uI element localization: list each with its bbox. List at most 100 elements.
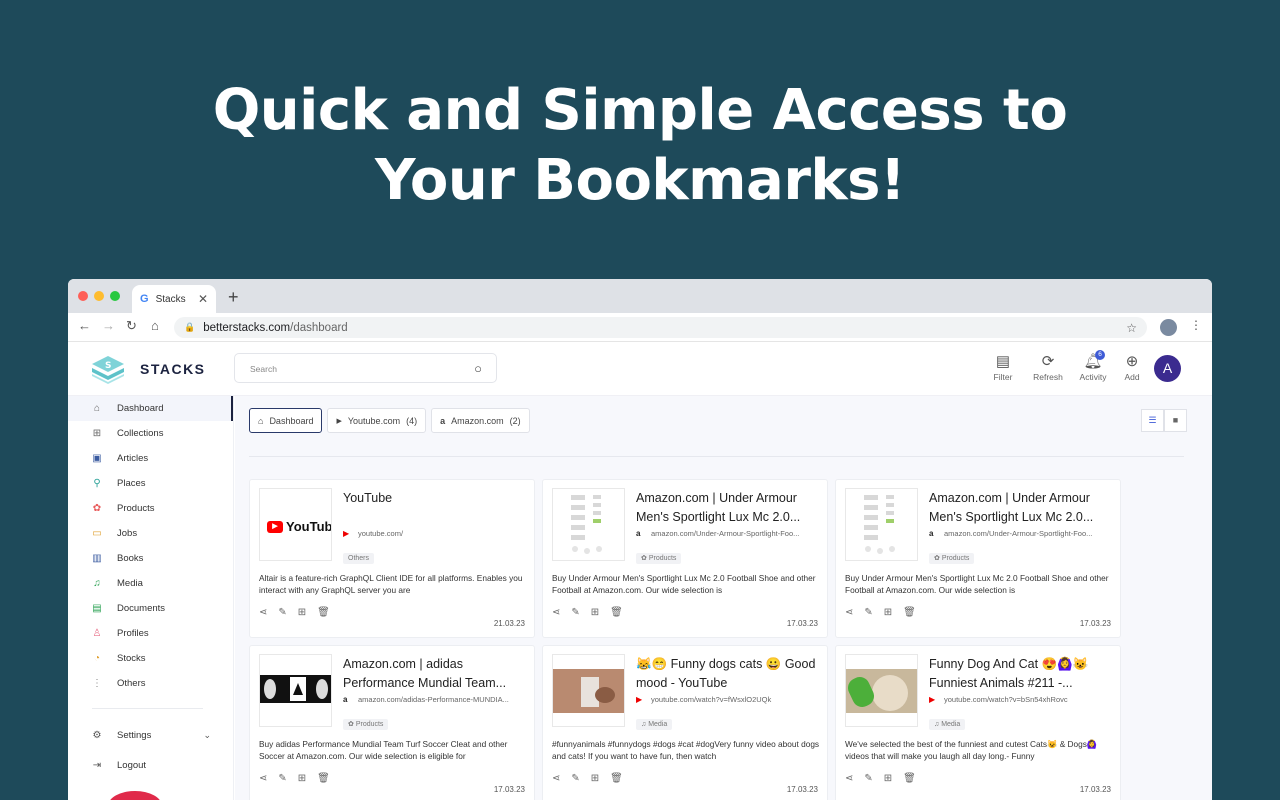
- card-thumbnail[interactable]: ▶YouTube: [259, 488, 332, 561]
- share-icon[interactable]: ⋖: [552, 773, 560, 784]
- share-icon[interactable]: ⋖: [259, 773, 267, 784]
- trash-icon[interactable]: 🗑︎: [610, 607, 623, 618]
- activity-button[interactable]: 🔔︎ 6 Activity: [1073, 350, 1113, 382]
- trash-icon[interactable]: 🗑︎: [317, 607, 330, 618]
- url-input[interactable]: 🔒 betterstacks.com/dashboard ☆: [174, 317, 1147, 338]
- trash-icon[interactable]: 🗑︎: [610, 773, 623, 784]
- sidebar-item-settings[interactable]: ⚙ Settings ⌄: [68, 723, 233, 748]
- more-vertical-icon: ⋮: [92, 678, 102, 689]
- card-thumbnail[interactable]: [259, 654, 332, 727]
- card-title[interactable]: YouTube: [343, 489, 527, 508]
- sidebar-item-products[interactable]: ✿ Products: [68, 496, 233, 521]
- sidebar-item-dashboard[interactable]: ⌂ Dashboard: [68, 396, 233, 421]
- new-tab-button[interactable]: +: [228, 287, 239, 308]
- card-thumbnail[interactable]: [845, 654, 918, 727]
- card-title[interactable]: Amazon.com | Under Armour Men's Sportlig…: [636, 489, 820, 527]
- sidebar-item-documents[interactable]: ▤ Documents: [68, 596, 233, 621]
- sidebar-item-places[interactable]: ⚲ Places: [68, 471, 233, 496]
- reload-icon[interactable]: ↻: [126, 318, 137, 334]
- bookmark-card[interactable]: 😹😁 Funny dogs cats 😀 Good mood - YouTube…: [542, 645, 828, 800]
- collection-icon[interactable]: ⊞: [591, 773, 599, 784]
- edit-icon[interactable]: ✎: [278, 773, 286, 784]
- more-vertical-icon[interactable]: ⋮: [1190, 318, 1202, 332]
- collection-icon[interactable]: ⊞: [298, 773, 306, 784]
- share-icon[interactable]: ⋖: [845, 607, 853, 618]
- activity-badge: 6: [1095, 350, 1105, 360]
- sidebar-item-logout[interactable]: ⇥ Logout: [68, 753, 233, 778]
- chip-dashboard[interactable]: ⌂ Dashboard: [249, 408, 323, 433]
- card-title[interactable]: Amazon.com | Under Armour Men's Sportlig…: [929, 489, 1113, 527]
- card-url[interactable]: a amazon.com/Under-Armour-Sportlight-Foo.…: [636, 529, 820, 538]
- card-url[interactable]: a amazon.com/adidas-Performance-MUNDIA...: [343, 695, 527, 704]
- forward-icon[interactable]: →: [102, 318, 115, 333]
- edit-icon[interactable]: ✎: [278, 607, 286, 618]
- bookmark-card[interactable]: Amazon.com | adidas Performance Mundial …: [249, 645, 535, 800]
- sidebar-item-articles[interactable]: ▣ Articles: [68, 446, 233, 471]
- grid-view-toggle[interactable]: ■: [1164, 409, 1187, 432]
- amazon-icon: a: [343, 695, 348, 704]
- card-url[interactable]: a amazon.com/Under-Armour-Sportlight-Foo.…: [929, 529, 1113, 538]
- share-icon[interactable]: ⋖: [845, 773, 853, 784]
- search-input[interactable]: Search ○: [234, 353, 497, 383]
- browser-tab[interactable]: G Stacks ✕: [132, 285, 216, 313]
- card-tag[interactable]: Others: [343, 553, 375, 564]
- collection-icon[interactable]: ⊞: [884, 773, 892, 784]
- sidebar-item-collections[interactable]: ⊞ Collections: [68, 421, 233, 446]
- bookmark-card[interactable]: Amazon.com | Under Armour Men's Sportlig…: [542, 479, 828, 638]
- profile-icon[interactable]: [1160, 319, 1177, 336]
- sidebar-item-stocks[interactable]: ◔ Stocks: [68, 646, 233, 671]
- bookmark-card[interactable]: ▶YouTube YouTube ▶ youtube.com/Others Altair…: [249, 479, 535, 638]
- search-icon[interactable]: ○: [474, 361, 482, 376]
- card-tag[interactable]: ♫ Media: [929, 719, 966, 730]
- filter-button[interactable]: ▤ Filter: [983, 352, 1023, 382]
- card-title[interactable]: Funny Dog And Cat 😍🙆‍♀️😺 Funniest Animal…: [929, 655, 1113, 693]
- edit-icon[interactable]: ✎: [864, 773, 872, 784]
- collection-icon[interactable]: ⊞: [591, 607, 599, 618]
- maximize-window-button[interactable]: [110, 291, 120, 301]
- bell-icon: 🔔︎: [1083, 353, 1103, 370]
- edit-icon[interactable]: ✎: [571, 607, 579, 618]
- sidebar-item-profiles[interactable]: ♙ Profiles: [68, 621, 233, 646]
- close-window-button[interactable]: [78, 291, 88, 301]
- card-tag[interactable]: ✿ Products: [343, 719, 389, 730]
- share-icon[interactable]: ⋖: [259, 607, 267, 618]
- minimize-window-button[interactable]: [94, 291, 104, 301]
- bookmark-star-icon[interactable]: ☆: [1126, 321, 1137, 335]
- card-thumbnail[interactable]: [845, 488, 918, 561]
- sidebar-item-books[interactable]: ▥ Books: [68, 546, 233, 571]
- trash-icon[interactable]: 🗑︎: [317, 773, 330, 784]
- collection-icon[interactable]: ⊞: [884, 607, 892, 618]
- sidebar-item-jobs[interactable]: ▭ Jobs: [68, 521, 233, 546]
- collection-icon[interactable]: ⊞: [298, 607, 306, 618]
- card-thumbnail[interactable]: [552, 654, 625, 727]
- bookmark-card[interactable]: Amazon.com | Under Armour Men's Sportlig…: [835, 479, 1121, 638]
- list-view-toggle[interactable]: ☰: [1141, 409, 1164, 432]
- close-tab-icon[interactable]: ✕: [198, 292, 208, 306]
- card-url[interactable]: ▶ youtube.com/watch?v=fWsxlO2UQk: [636, 695, 820, 704]
- card-tag[interactable]: ♫ Media: [636, 719, 673, 730]
- back-icon[interactable]: ←: [78, 318, 91, 333]
- trash-icon[interactable]: 🗑︎: [903, 607, 916, 618]
- sidebar-item-media[interactable]: ♫ Media: [68, 571, 233, 596]
- breadcrumb-chips: ⌂ Dashboard ▶ Youtube.com (4) a Amazon.com (2…: [249, 408, 530, 433]
- avatar[interactable]: A: [1154, 355, 1181, 382]
- edit-icon[interactable]: ✎: [864, 607, 872, 618]
- card-tag[interactable]: ✿ Products: [636, 553, 682, 564]
- chip-amazon[interactable]: a Amazon.com (2): [431, 408, 530, 433]
- refresh-button[interactable]: ⟳ Refresh: [1028, 352, 1068, 382]
- card-title[interactable]: Amazon.com | adidas Performance Mundial …: [343, 655, 527, 693]
- trash-icon[interactable]: 🗑︎: [903, 773, 916, 784]
- share-icon[interactable]: ⋖: [552, 607, 560, 618]
- card-tag[interactable]: ✿ Products: [929, 553, 975, 564]
- sidebar-item-others[interactable]: ⋮ Others: [68, 671, 233, 696]
- card-url[interactable]: ▶ youtube.com/: [343, 529, 527, 538]
- card-thumbnail[interactable]: [552, 488, 625, 561]
- chip-youtube[interactable]: ▶ Youtube.com (4): [327, 408, 427, 433]
- card-url[interactable]: ▶ youtube.com/watch?v=bSn54xhRovc: [929, 695, 1113, 704]
- chip-label: Dashboard: [269, 415, 314, 426]
- add-button[interactable]: ⊕ Add: [1112, 352, 1152, 382]
- edit-icon[interactable]: ✎: [571, 773, 579, 784]
- bookmark-card[interactable]: Funny Dog And Cat 😍🙆‍♀️😺 Funniest Animal…: [835, 645, 1121, 800]
- home-icon[interactable]: ⌂: [151, 318, 159, 333]
- card-title[interactable]: 😹😁 Funny dogs cats 😀 Good mood - YouTube: [636, 655, 820, 693]
